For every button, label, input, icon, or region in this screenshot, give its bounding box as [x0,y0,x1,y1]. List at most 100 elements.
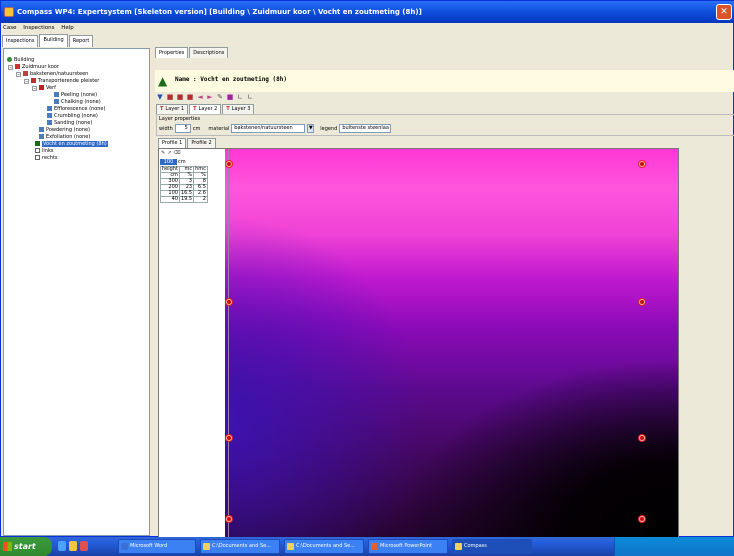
table-row[interactable]: 40 19.5 2 [160,196,208,203]
measurement-point[interactable] [225,434,233,442]
folder-icon [203,543,210,550]
tree-expander[interactable]: − [16,72,21,77]
layer-icon: T [226,106,230,112]
tab-layer-2[interactable]: T Layer 2 [189,104,222,114]
measurement-icon: ▲ [158,74,168,88]
depth-value[interactable]: 100 [160,159,177,165]
browser-icon[interactable] [58,541,66,551]
taskbar-item-explorer-2[interactable]: C:\Documents and Se... [284,539,364,554]
width-field[interactable]: 5 [174,124,191,133]
tree-item-chalking[interactable]: Chalking (none) [54,99,101,105]
width-unit: cm [192,125,201,132]
depth-unit: cm [178,159,186,165]
align-right-icon[interactable]: ∟ [246,93,254,101]
tree-item-links[interactable]: links [35,148,53,154]
measurement-point[interactable] [225,160,233,168]
damage-icon [47,106,52,111]
measurement-point[interactable] [225,515,233,523]
align-left-icon[interactable]: ∟ [236,93,244,101]
window-title: Compass WP4: Expertsystem [Skeleton vers… [17,8,422,16]
tab-layer-1[interactable]: T Layer 1 [156,104,189,114]
tree-item-bakstenen[interactable]: bakstenen/natuursteen [23,71,88,77]
tab-profile-1[interactable]: Profile 1 [158,138,187,148]
tree-item-exfoliation[interactable]: Exfoliation (none) [39,134,90,140]
layer-boundary-line [228,149,229,537]
tree-item-zuidmuur-koor[interactable]: Zuidmuur koor [15,64,59,70]
taskbar-item-compass[interactable]: Compass [452,539,532,554]
menu-case[interactable]: Case [3,25,16,31]
tab-profile-2[interactable]: Profile 2 [187,138,216,148]
tree-item-transporterende-pleister[interactable]: Transporterende pleister [31,78,99,84]
tab-building[interactable]: Building [39,34,68,47]
layer-properties-title: Layer properties [159,116,201,122]
tree-item-peeling[interactable]: Peeling (none) [54,92,97,98]
measurement-point[interactable] [638,160,646,168]
tab-inspections[interactable]: Inspections [2,35,39,47]
measurement-table: height mc hmc cm % % 300 3 8 200 23 6.5 100 1… [160,166,208,203]
damage-icon [47,113,52,118]
tree-expander[interactable]: − [32,86,37,91]
insert-layer-icon[interactable]: ■ [176,93,184,101]
checkbox-icon [35,148,40,153]
eraser-icon[interactable]: ⌫ [173,150,180,156]
material-label: material [208,125,230,132]
tree-item-rechts[interactable]: rechts [35,155,58,161]
menu-bar: Case Inspections Help [1,23,734,34]
measurement-point[interactable] [638,434,646,442]
legend-field[interactable]: buitenste steenlaa [339,124,392,133]
paint-icon [39,85,44,90]
measurement-point[interactable] [638,515,646,523]
layer-select-icon[interactable]: ▼ [156,93,164,101]
delete-layer-icon[interactable]: ■ [186,93,194,101]
menu-help[interactable]: Help [61,25,74,31]
color-icon[interactable]: ■ [226,93,234,101]
damage-icon [54,99,59,104]
tree-expander[interactable]: − [24,79,29,84]
damage-icon [54,92,59,97]
damage-icon [47,120,52,125]
tree-item-verf[interactable]: Verf [39,85,56,91]
tab-descriptions[interactable]: Descriptions [189,47,229,58]
start-button[interactable]: start [0,537,52,556]
measurement-point[interactable] [638,298,646,306]
edit-icon[interactable]: ✎ [216,93,224,101]
powerpoint-icon [371,543,378,550]
tree-item-efflorescence[interactable]: Efflorescence (none) [47,106,105,112]
layer-properties-row: width 5 cm material bakstenen/natuurstee… [159,124,392,133]
pencil-icon[interactable]: ✎ [161,150,165,156]
material-icon [23,71,28,76]
moisture-heatmap[interactable] [225,149,678,537]
taskbar-item-powerpoint[interactable]: Microsoft PowerPoint [368,539,448,554]
damage-icon [39,134,44,139]
tab-properties[interactable]: Properties [155,47,189,58]
close-button[interactable]: ✕ [716,4,732,20]
tree-item-vocht-en-zoutmeting[interactable]: Vocht en zoutmeting (8h) [35,141,108,147]
tab-layer-3[interactable]: T Layer 3 [222,104,255,114]
item-name: Name : Vocht en zoutmeting (8h) [175,76,287,83]
move-left-icon[interactable]: ◄ [196,93,204,101]
folder-icon[interactable] [69,541,77,551]
app-icon [4,7,14,17]
wall-icon [15,64,20,69]
nav-tabs: Inspections Building Report [2,34,94,47]
material-select[interactable]: bakstenen/natuursteen [231,124,306,133]
app-icon[interactable] [80,541,88,551]
menu-inspections[interactable]: Inspections [23,25,54,31]
properties-tabs: Properties Descriptions [155,47,229,58]
tree-item-crumbling[interactable]: Crumbling (none) [47,113,98,119]
tree-item-sanding[interactable]: Sanding (none) [47,120,92,126]
measurement-point[interactable] [225,298,233,306]
tree-item-powdering[interactable]: Powdering (none) [39,127,90,133]
tree-expander[interactable]: − [8,65,13,70]
measurement-icon [35,141,40,146]
chevron-down-icon[interactable]: ▼ [307,124,315,133]
windows-logo-icon [3,542,12,551]
add-layer-icon[interactable]: ■ [166,93,174,101]
main-window: Compass WP4: Expertsystem [Skeleton vers… [0,0,734,538]
tab-report[interactable]: Report [68,35,94,47]
taskbar-item-word[interactable]: Microsoft Word [118,539,196,554]
taskbar-item-explorer-1[interactable]: C:\Documents and Se... [200,539,280,554]
move-right-icon[interactable]: ► [206,93,214,101]
tree-item-building[interactable]: Building [7,57,34,63]
pointer-icon[interactable]: ↗ [167,150,171,156]
